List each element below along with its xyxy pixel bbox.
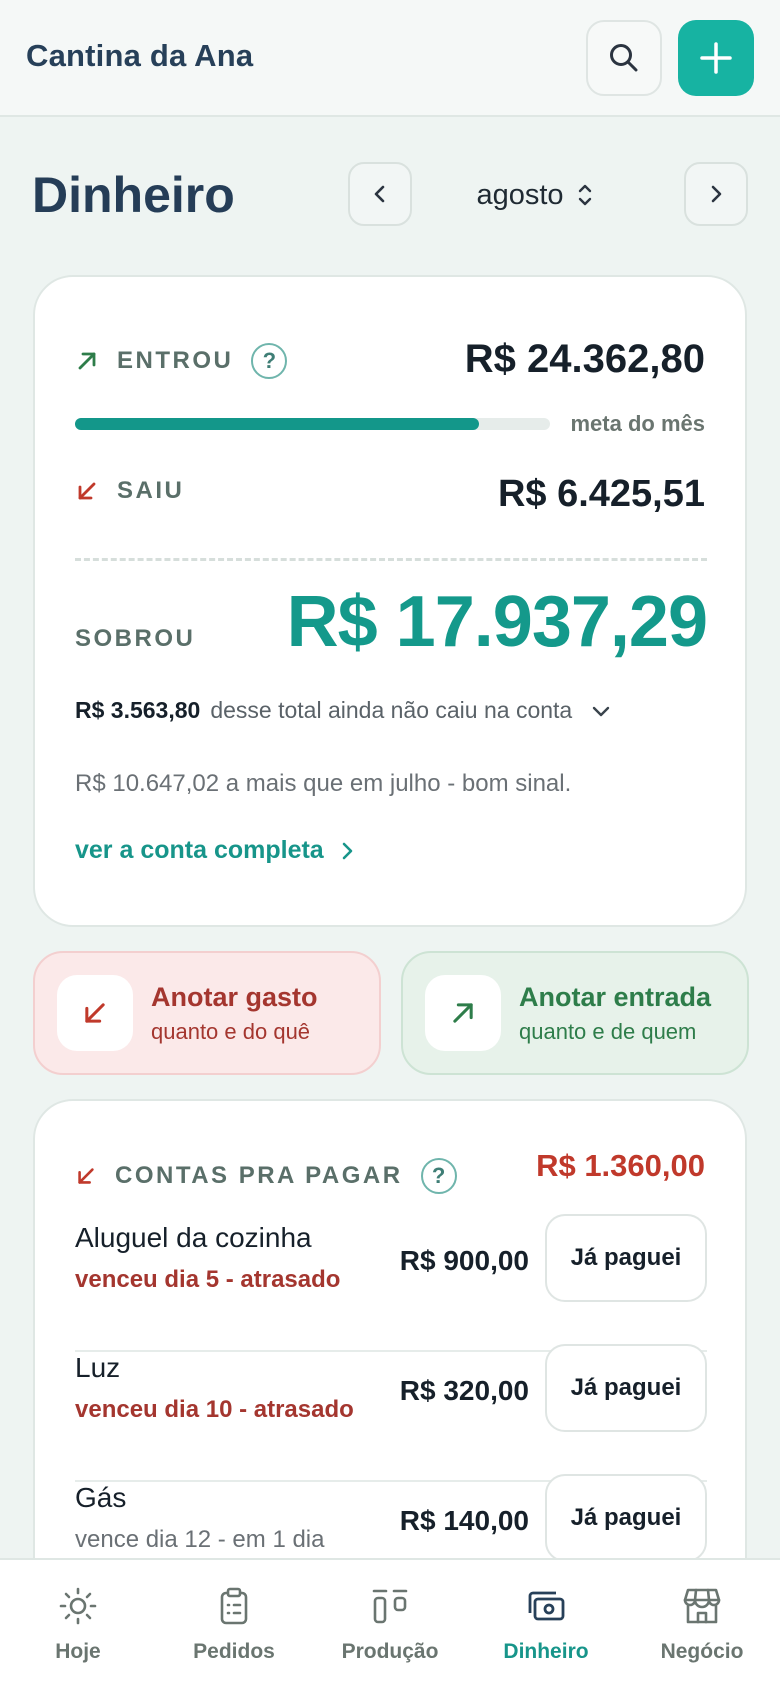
page-title: Dinheiro: [32, 167, 235, 223]
sun-icon: [59, 1587, 97, 1625]
add-expense-button[interactable]: Anotar gasto quanto e do quê: [33, 951, 381, 1075]
tab-label: Dinheiro: [503, 1640, 589, 1663]
tab-dinheiro[interactable]: Dinheiro: [468, 1560, 624, 1688]
bill-amount: R$ 140,00: [399, 1505, 529, 1536]
help-icon[interactable]: ?: [420, 1158, 457, 1194]
next-month-button[interactable]: [684, 162, 748, 226]
add-income-title: Anotar entrada: [519, 981, 712, 1012]
expense-label: SAIU: [117, 477, 185, 504]
goal-progress-fill: [75, 418, 479, 430]
bill-amount: R$ 900,00: [399, 1245, 529, 1276]
clipboard-icon: [220, 1587, 248, 1625]
bill-due: venceu dia 5 - atrasado: [75, 1266, 341, 1293]
add-expense-title: Anotar gasto: [151, 981, 318, 1012]
store-icon: [683, 1588, 721, 1624]
bottom-tab-bar: Hoje Pedidos Produção Dinheiro Negócio: [0, 1558, 780, 1688]
income-icon-box: [425, 975, 501, 1051]
month-selector[interactable]: agosto: [430, 172, 640, 218]
bills-total: R$ 1.360,00: [536, 1148, 705, 1183]
mark-paid-button[interactable]: Já paguei: [545, 1344, 707, 1432]
balance-amount: R$ 17.937,29: [286, 582, 708, 662]
bill-due: vence dia 12 - em 1 dia: [75, 1526, 325, 1553]
chevron-right-icon: [711, 185, 722, 203]
app-name: Cantina da Ana: [26, 38, 254, 73]
plus-icon: [700, 42, 732, 74]
arrow-down-left-icon: [78, 482, 96, 500]
add-income-button[interactable]: Anotar entrada quanto e de quem: [401, 951, 749, 1075]
bill-due: venceu dia 10 - atrasado: [75, 1396, 354, 1423]
tab-hoje[interactable]: Hoje: [0, 1560, 156, 1688]
divider: [75, 558, 707, 561]
chevron-down-icon: [593, 706, 610, 716]
tab-pedidos[interactable]: Pedidos: [156, 1560, 312, 1688]
bills-title: CONTAS PRA PAGAR: [115, 1162, 403, 1189]
chevron-updown-icon: [578, 184, 591, 206]
arrow-up-right-icon: [453, 1003, 473, 1023]
arrow-up-right-icon: [78, 352, 96, 370]
mark-paid-button[interactable]: Já paguei: [545, 1474, 707, 1562]
pending-amount: R$ 3.563,80: [75, 697, 201, 723]
bill-name: Gás: [75, 1482, 127, 1513]
mark-paid-button[interactable]: Já paguei: [545, 1214, 707, 1302]
tab-negocio[interactable]: Negócio: [624, 1560, 780, 1688]
expense-row: SAIU: [75, 477, 184, 505]
pending-text: desse total ainda não caiu na conta: [210, 697, 573, 723]
bill-name: Aluguel da cozinha: [75, 1222, 312, 1253]
full-account-link[interactable]: ver a conta completa: [75, 836, 356, 865]
add-button[interactable]: [678, 20, 754, 96]
full-account-label: ver a conta completa: [75, 836, 324, 864]
add-income-subtitle: quanto e de quem: [519, 1018, 697, 1044]
search-icon: [610, 44, 638, 72]
cash-icon: [528, 1591, 565, 1621]
goal-progress-bar: [75, 418, 550, 430]
money-summary-card: ENTROU ? R$ 24.362,80 meta do mês SAIU R…: [33, 275, 747, 927]
tab-label: Negócio: [660, 1640, 744, 1663]
bill-amount: R$ 320,00: [399, 1375, 529, 1406]
tab-label: Hoje: [55, 1640, 101, 1663]
chevron-right-icon: [342, 842, 353, 859]
bill-name: Luz: [75, 1352, 121, 1383]
goal-label: meta do mês: [570, 411, 706, 436]
arrow-down-left-icon: [78, 1168, 94, 1184]
bill-item: Luz venceu dia 10 - atrasado R$ 320,00 J…: [75, 1344, 707, 1482]
add-expense-subtitle: quanto e do quê: [151, 1018, 311, 1044]
expense-icon-box: [57, 975, 133, 1051]
tab-producao[interactable]: Produção: [312, 1560, 468, 1688]
bills-header: CONTAS PRA PAGAR ?: [75, 1158, 457, 1194]
income-row: ENTROU ?: [75, 343, 288, 379]
month-label: agosto: [476, 178, 564, 211]
production-icon: [372, 1589, 408, 1624]
income-label: ENTROU: [117, 347, 234, 374]
bill-item: Aluguel da cozinha venceu dia 5 - atrasa…: [75, 1214, 707, 1352]
chevron-left-icon: [374, 185, 385, 203]
tab-label: Pedidos: [193, 1640, 275, 1663]
income-amount: R$ 24.362,80: [464, 337, 705, 381]
month-comparison: R$ 10.647,02 a mais que em julho - bom s…: [75, 770, 572, 797]
help-icon[interactable]: ?: [251, 343, 288, 379]
tab-label: Produção: [341, 1640, 439, 1663]
pending-toggle[interactable]: R$ 3.563,80 desse total ainda não caiu n…: [75, 697, 612, 724]
arrow-down-left-icon: [85, 1003, 105, 1023]
expense-amount: R$ 6.425,51: [497, 473, 705, 515]
previous-month-button[interactable]: [348, 162, 412, 226]
search-button[interactable]: [586, 20, 662, 96]
top-bar: Cantina da Ana: [0, 0, 780, 117]
balance-label: SOBROU: [75, 625, 196, 652]
